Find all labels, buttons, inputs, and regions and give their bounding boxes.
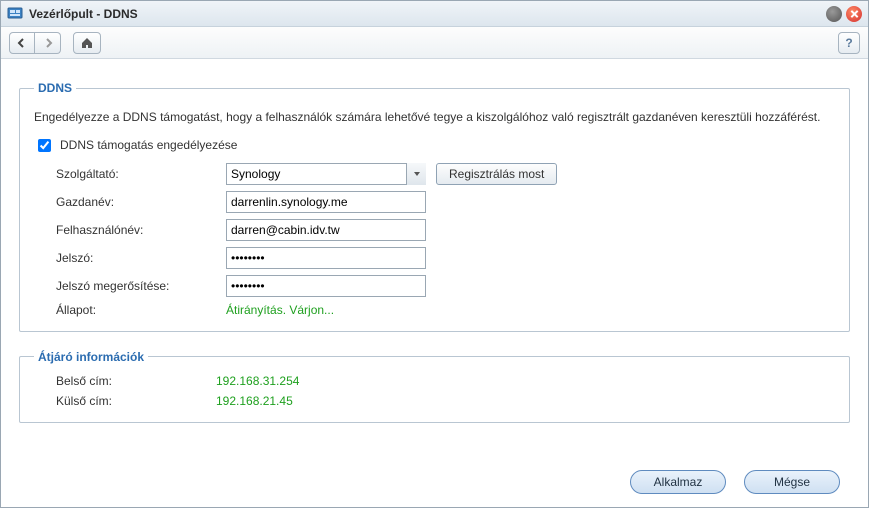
minimize-icon[interactable] [826, 6, 842, 22]
external-address-label: Külső cím: [56, 394, 216, 408]
help-button[interactable]: ? [838, 32, 860, 54]
footer: Alkalmaz Mégse [1, 463, 868, 507]
username-label: Felhasználónév: [56, 223, 216, 237]
content-area: DDNS Engedélyezze a DDNS támogatást, hog… [1, 59, 868, 463]
apply-button[interactable]: Alkalmaz [630, 470, 726, 494]
enable-ddns-checkbox[interactable] [38, 139, 51, 152]
nav-buttons [9, 32, 61, 54]
password-label: Jelszó: [56, 251, 216, 265]
external-address-value: 192.168.21.45 [216, 394, 835, 408]
enable-ddns-label: DDNS támogatás engedélyezése [60, 138, 237, 152]
status-label: Állapot: [56, 303, 216, 317]
ddns-fieldset: DDNS Engedélyezze a DDNS támogatást, hog… [19, 81, 850, 332]
control-panel-window: Vezérlőpult - DDNS ? DDNS Engedélyezze a… [0, 0, 869, 508]
gateway-legend: Átjáró információk [34, 350, 148, 364]
gateway-fieldset: Átjáró információk Belső cím: 192.168.31… [19, 350, 850, 423]
provider-select[interactable]: Synology [226, 163, 426, 185]
cancel-button[interactable]: Mégse [744, 470, 840, 494]
password-confirm-label: Jelszó megerősítése: [56, 279, 216, 293]
password-input[interactable] [226, 247, 426, 269]
provider-label: Szolgáltató: [56, 167, 216, 181]
home-button[interactable] [73, 32, 101, 54]
close-icon[interactable] [846, 6, 862, 22]
app-icon [7, 6, 23, 22]
toolbar: ? [1, 27, 868, 59]
ddns-description: Engedélyezze a DDNS támogatást, hogy a f… [34, 109, 835, 126]
titlebar: Vezérlőpult - DDNS [1, 1, 868, 27]
internal-address-label: Belső cím: [56, 374, 216, 388]
password-confirm-input[interactable] [226, 275, 426, 297]
hostname-label: Gazdanév: [56, 195, 216, 209]
back-button[interactable] [9, 32, 35, 54]
status-value: Átirányítás. Várjon... [226, 303, 426, 317]
hostname-input[interactable] [226, 191, 426, 213]
forward-button[interactable] [35, 32, 61, 54]
internal-address-value: 192.168.31.254 [216, 374, 835, 388]
register-now-button[interactable]: Regisztrálás most [436, 163, 557, 185]
ddns-legend: DDNS [34, 81, 76, 95]
window-title: Vezérlőpult - DDNS [29, 7, 826, 21]
username-input[interactable] [226, 219, 426, 241]
